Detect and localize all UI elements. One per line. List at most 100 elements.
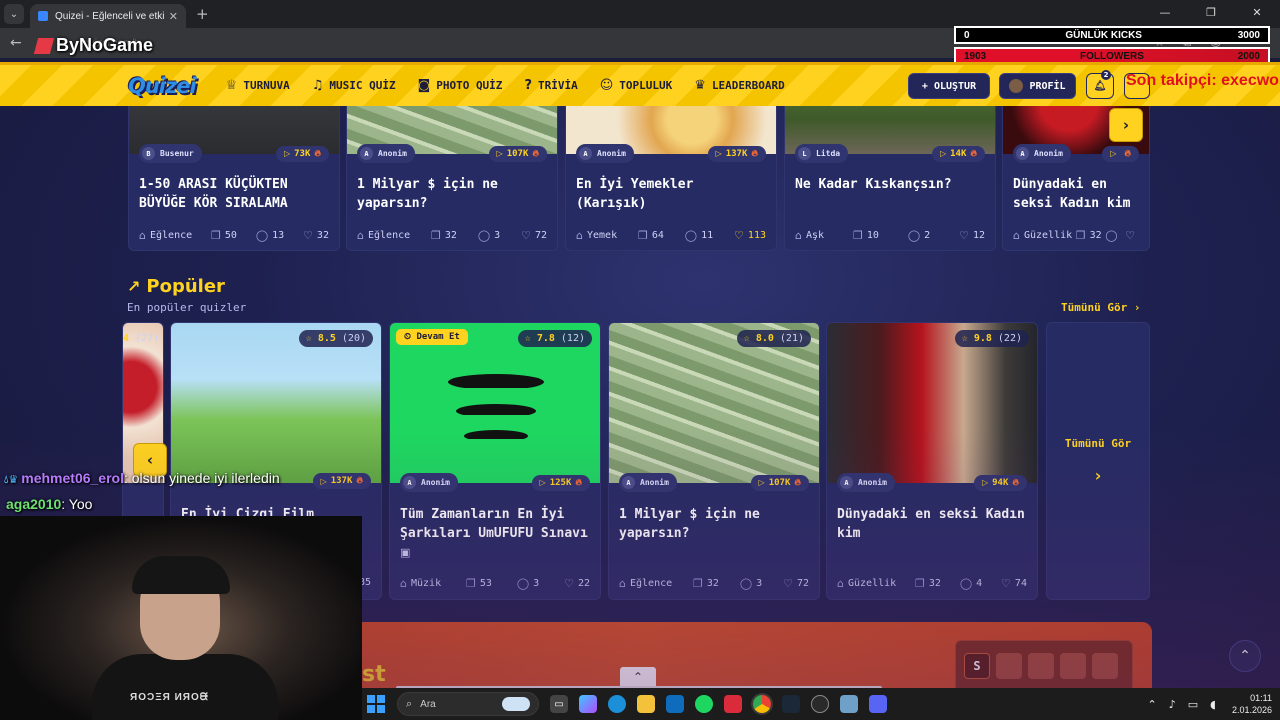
author-chip[interactable]: B Busenur [139,144,202,163]
category-tag[interactable]: ⌂ Aşk [795,229,824,242]
back-arrow-icon[interactable]: ← [10,35,22,51]
popular-see-all-link[interactable]: Tümünü Gör › [1061,301,1140,314]
create-button[interactable]: + OLUŞTUR [908,73,990,99]
comment-icon: ◯ [477,229,491,242]
category-tag[interactable]: ⌂ Eğlence [357,229,410,242]
display-icon[interactable]: ▭ [1188,698,1198,711]
like-count[interactable]: ♡ 113 [734,229,766,242]
continue-badge[interactable]: ⏲ Devam Et [396,329,468,345]
comment-count[interactable]: ◯ 13 [256,229,284,242]
notifications-button[interactable]: 🔔︎ 2 [1086,70,1114,99]
like-count[interactable]: ♡ 32 [303,229,329,242]
like-count[interactable]: ♡ 12 [959,229,985,242]
quiz-title[interactable]: 1-50 ARASI KÜÇÜKTEN BÜYÜĞE KÖR SIRALAMA [139,175,329,213]
tray-overflow-icon[interactable]: ⌃ [1148,698,1157,711]
category-tag[interactable]: ⌂ Eğlence [619,577,672,590]
app-blue-icon[interactable] [840,695,858,713]
comment-count[interactable]: ◯ 3 [740,577,762,590]
category-tag[interactable]: ⌂ Yemek [576,229,617,242]
quiz-card[interactable]: L Litda ▷ 14K 🔥︎ Ne Kadar Kıskançsın? ⌂ Aşk ❐ 10 ◯… [784,106,996,251]
comment-count[interactable]: ◯ 2 [908,229,930,242]
like-count[interactable]: ♡ 74 [1001,577,1027,590]
obs-icon[interactable] [811,695,829,713]
restore-icon[interactable]: ❐ [1188,0,1234,28]
author-chip[interactable]: L Litda [795,144,849,163]
like-count[interactable]: ♡ 72 [783,577,809,590]
category-tag[interactable]: ⌂ Müzik [400,577,441,590]
author-chip[interactable]: A Anonim [1013,144,1071,163]
nav-item[interactable]: ◙ PHOTO QUİZ [418,78,503,93]
quiz-title[interactable]: Dünyadaki en seksi Kadın kim [1013,175,1139,213]
nav-item[interactable]: ♫ MUSIC QUİZ [312,78,396,93]
chrome-icon[interactable] [753,695,771,713]
author-name: Anonim [858,478,887,487]
quiz-title[interactable]: En İyi Yemekler (Karışık) [576,175,766,213]
edge-icon[interactable] [608,695,626,713]
volume-icon[interactable]: ◖ [1210,698,1216,711]
nav-item[interactable]: ? TRİVİA [524,78,577,93]
tab-search-button[interactable]: ⌄ [4,4,24,24]
close-tab-icon[interactable]: ✕ [169,10,178,23]
author-chip[interactable]: A Anonim [619,473,677,492]
comment-icon: ◯ [684,229,698,242]
author-chip[interactable]: A Anonim [400,473,458,492]
nav-item[interactable]: ♛ LEADERBOARD [694,78,785,93]
taskbar-search-input[interactable]: ⌕ Ara [397,692,539,716]
quiz-card[interactable]: A Anonim ▷ 107K 🔥︎ 1 Milyar $ için ne yaparsı… [346,106,558,251]
discord-icon[interactable] [869,695,887,713]
quiz-title[interactable]: Dünyadaki en seksi Kadın kim [837,505,1027,543]
comment-count[interactable]: ◯ [1105,229,1121,242]
author-chip[interactable]: A Anonim [837,473,895,492]
question-count-value: 50 [224,230,237,241]
nav-item[interactable]: ♕ TURNUVA [226,78,290,93]
clock[interactable]: 01:11 2.01.2026 [1232,692,1272,716]
quiz-card[interactable]: B Busenur ▷ 73K 🔥︎ 1-50 ARASI KÜÇÜKTEN BÜYÜĞE… [128,106,340,251]
nav-item[interactable]: ☺ TOPLULUK [600,78,673,93]
site-logo[interactable]: Quizei [128,74,197,98]
author-chip[interactable]: A Anonim [576,144,634,163]
browser-tab[interactable]: Quizei - Eğlenceli ve etkileşimli ✕ [30,4,186,28]
see-all-card[interactable]: Tümünü Gör › [1046,322,1150,600]
comment-count[interactable]: ◯ 3 [478,229,500,242]
question-count: ❐ 32 [1076,229,1102,242]
tag-icon: ⌂ [1013,229,1020,242]
like-count[interactable]: ♡ [1125,229,1139,242]
category-tag[interactable]: ⌂ Güzellik [1013,229,1072,242]
quiz-card[interactable]: ☆ 9.8 (22) A Anonim ▷ 94K 🔥︎ Dünyadaki en seks… [826,322,1038,600]
microphone-icon[interactable]: ♪ [1169,698,1176,711]
quiz-title[interactable]: 1 Milyar $ için ne yaparsın? [619,505,809,543]
question-count-value: 53 [479,578,492,589]
file-explorer-icon[interactable] [637,695,655,713]
questions-icon: ❐ [431,229,441,242]
close-window-icon[interactable]: ✕ [1234,0,1280,28]
outlook-icon[interactable] [666,695,684,713]
profile-button[interactable]: PROFİL [999,73,1076,99]
quiz-title[interactable]: 1 Milyar $ için ne yaparsın? [357,175,547,213]
steam-icon[interactable] [782,695,800,713]
like-count[interactable]: ♡ 72 [521,229,547,242]
copilot-icon[interactable] [579,695,597,713]
like-count[interactable]: ♡ 22 [564,577,590,590]
comment-count[interactable]: ◯ 11 [685,229,713,242]
windows-start-icon[interactable] [367,695,385,713]
comment-count[interactable]: ◯ 4 [960,577,982,590]
new-tab-icon[interactable]: + [196,5,209,23]
category-tag[interactable]: ⌂ Eğlence [139,229,192,242]
quiz-card[interactable]: ⏲ Devam Et ☆ 7.8 (12) A Anonim ▷ 125K 🔥︎ Tüm Za… [389,322,601,600]
author-chip[interactable]: A Anonim [357,144,415,163]
author-avatar: A [1016,147,1029,160]
spotify-icon[interactable] [695,695,713,713]
task-view-icon[interactable]: ▭ [550,695,568,713]
top-row-next-button[interactable]: › [1109,108,1143,142]
category-tag[interactable]: ⌂ Güzellik [837,577,896,590]
quiz-title[interactable]: Ne Kadar Kıskançsın? [795,175,985,194]
collapse-toggle-icon[interactable]: ⌃ [620,667,656,687]
quiz-card[interactable]: ☆ 8.0 (21) A Anonim ▷ 107K 🔥︎ 1 Milyar $ için … [608,322,820,600]
comment-count[interactable]: ◯ 3 [517,577,539,590]
scroll-to-top-button[interactable]: ⌃ [1229,640,1261,672]
quiz-card[interactable]: A Anonim ▷ 137K 🔥︎ En İyi Yemekler (Karışık) ⌂… [565,106,777,251]
app-red-icon[interactable] [724,695,742,713]
question-count: ❐ 10 [853,229,879,242]
minimize-icon[interactable]: — [1142,0,1188,28]
quiz-title[interactable]: Tüm Zamanların En İyi Şarkıları UmUFUFU … [400,505,590,562]
